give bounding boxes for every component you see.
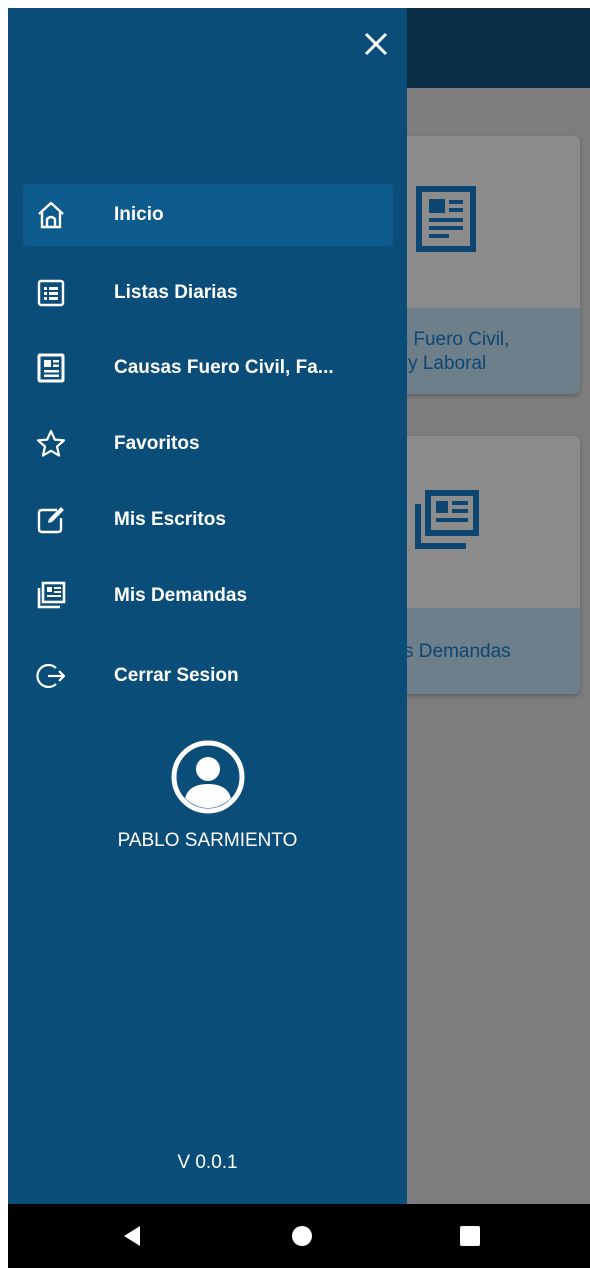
menu-item-inicio[interactable]: Inicio xyxy=(23,184,393,246)
app-screen: as Fuero Civil, ia y Laboral s Demandas xyxy=(8,8,590,1204)
edit-icon xyxy=(35,504,67,536)
star-icon xyxy=(35,428,67,460)
menu-item-label: Mis Escritos xyxy=(114,509,226,530)
menu-item-label: Cerrar Sesion xyxy=(114,665,239,686)
menu-item-label: Inicio xyxy=(114,204,164,225)
menu-item-cerrar-sesion[interactable]: Cerrar Sesion xyxy=(23,645,393,707)
newspaper-icon xyxy=(416,186,476,257)
menu-item-mis-escritos[interactable]: Mis Escritos xyxy=(23,489,393,551)
system-navigation-bar xyxy=(8,1204,590,1268)
menu-item-label: Mis Demandas xyxy=(114,585,248,606)
menu-item-label: Favoritos xyxy=(114,433,200,454)
list-icon xyxy=(35,277,67,309)
menu-item-causas[interactable]: Causas Fuero Civil, Fa... xyxy=(23,337,393,399)
card-label-line1: as Fuero Civil, xyxy=(388,329,510,350)
newspapers-icon xyxy=(35,580,67,612)
menu-item-favoritos[interactable]: Favoritos xyxy=(23,413,393,475)
logout-icon xyxy=(35,660,67,692)
recents-icon[interactable] xyxy=(458,1224,482,1248)
card-label-line1: s Demandas xyxy=(404,641,511,662)
home-circle-icon[interactable] xyxy=(290,1224,314,1248)
menu-item-listas-diarias[interactable]: Listas Diarias xyxy=(23,262,393,324)
home-icon xyxy=(35,199,67,231)
app-version: V 0.0.1 xyxy=(177,1152,238,1173)
menu-item-label: Listas Diarias xyxy=(114,282,238,303)
menu-item-mis-demandas[interactable]: Mis Demandas xyxy=(23,565,393,627)
user-name: PABLO SARMIENTO xyxy=(117,830,298,851)
card-label-line2: ia y Laboral xyxy=(388,353,487,374)
back-icon[interactable] xyxy=(120,1224,144,1248)
avatar-icon[interactable] xyxy=(171,740,245,814)
close-icon[interactable] xyxy=(360,28,392,60)
navigation-drawer: Inicio Listas Diarias Causas Fuero Civil… xyxy=(8,8,407,1204)
document-icon xyxy=(35,352,67,384)
menu-item-label: Causas Fuero Civil, Fa... xyxy=(114,357,334,378)
newspapers-icon xyxy=(414,490,480,555)
